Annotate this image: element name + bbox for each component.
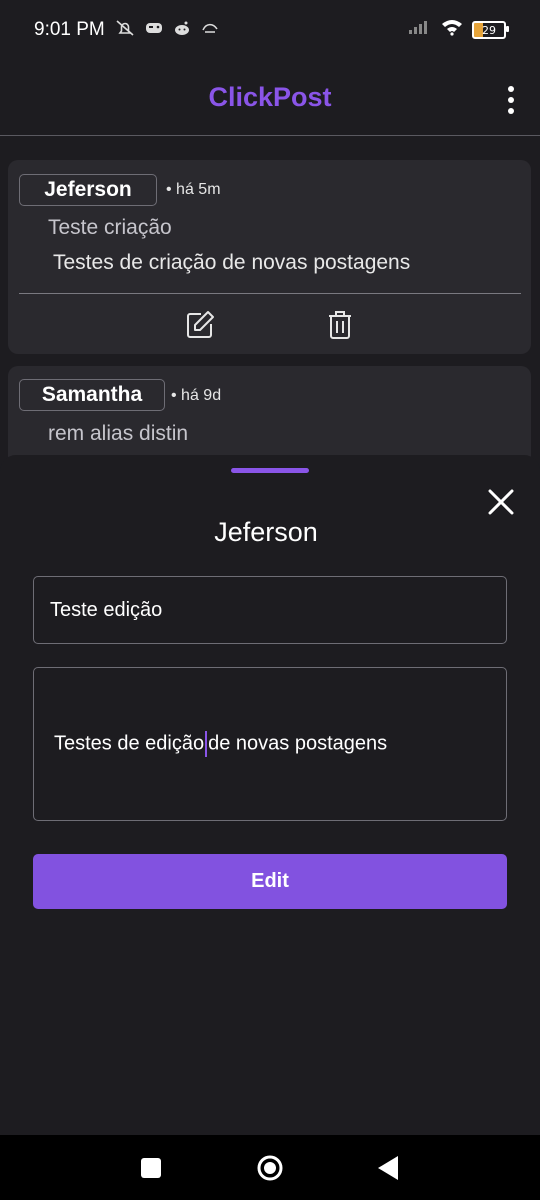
delete-icon[interactable] — [327, 310, 357, 340]
sheet-title: Jeferson — [214, 517, 318, 547]
recents-icon[interactable] — [141, 1158, 161, 1178]
post-title: rem alias distin — [48, 422, 189, 445]
battery-icon: 29 — [472, 21, 509, 39]
edit-icon[interactable] — [185, 310, 215, 340]
post-author: Samantha — [19, 379, 165, 411]
body-text-after-cursor: de novas postagens — [208, 732, 388, 755]
home-icon[interactable] — [257, 1155, 283, 1181]
body-text-before-cursor: Testes de edição — [54, 732, 205, 755]
post-title-input-value: Teste edição — [50, 598, 163, 621]
post-body-input[interactable]: Testes de edição de novas postagens — [33, 667, 507, 821]
post-body-input-value: Testes de edição de novas postagens — [54, 731, 387, 757]
post-body: Testes de criação de novas postagens — [53, 251, 411, 274]
post-title: Teste criação — [48, 216, 172, 239]
edit-post-sheet: Jeferson Teste edição Testes de edição de… — [0, 455, 540, 1135]
post-title-input[interactable]: Teste edição — [33, 576, 507, 644]
app-icon — [201, 21, 219, 39]
post-time: • há 5m — [166, 181, 221, 198]
system-nav-bar — [0, 1135, 540, 1200]
status-time: 9:01 PM — [34, 19, 105, 40]
drag-handle[interactable] — [231, 468, 309, 473]
mute-icon — [115, 19, 135, 41]
app-bar: ClickPost — [0, 60, 540, 136]
game-icon — [145, 20, 163, 40]
edit-button[interactable]: Edit — [33, 854, 507, 909]
reddit-icon — [173, 20, 191, 40]
app-title: ClickPost — [208, 82, 332, 112]
status-right: 29 — [408, 18, 509, 42]
post-card: Jeferson • há 5m Teste criação Testes de… — [8, 160, 531, 354]
close-icon[interactable] — [486, 487, 516, 517]
post-card: Samantha • há 9d rem alias distin — [8, 366, 531, 466]
back-icon[interactable] — [378, 1156, 398, 1180]
more-vert-icon[interactable] — [508, 86, 516, 114]
status-left: 9:01 PM — [34, 19, 219, 41]
post-time: • há 9d — [171, 387, 222, 404]
text-cursor — [205, 731, 208, 757]
post-author: Jeferson — [19, 174, 157, 206]
signal-icon — [408, 19, 432, 41]
wifi-icon — [440, 18, 464, 42]
card-divider — [19, 293, 521, 294]
status-bar: 9:01 PM 29 — [0, 0, 540, 60]
